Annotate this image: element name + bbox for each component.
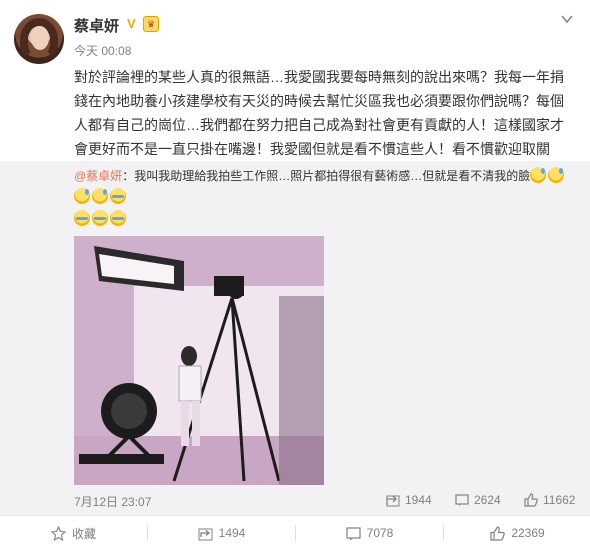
comment-icon (455, 494, 469, 506)
forward-button[interactable]: 1494 (148, 516, 295, 549)
comment-button[interactable]: 7078 (296, 516, 443, 549)
studio-photo-image (74, 236, 324, 485)
laugh-cry-emoji-icon (110, 210, 126, 226)
sweat-emoji-icon (74, 188, 90, 204)
repost-photo[interactable] (74, 236, 324, 485)
post-time[interactable]: 今天 00:08 (74, 42, 131, 59)
chevron-down-icon[interactable] (560, 12, 574, 26)
repost-like-count[interactable]: 11662 (524, 493, 575, 507)
emoji-row (74, 210, 128, 228)
favorite-button[interactable]: 收藏 (0, 516, 147, 549)
laugh-cry-emoji-icon (74, 210, 90, 226)
sweat-emoji-icon (548, 167, 565, 183)
repost-text: @蔡卓妍：我叫我助理給我拍些工作照…照片都拍得很有藝術感…但就是看不清我的臉 (74, 166, 574, 208)
comment-icon (346, 526, 361, 540)
thumbs-up-icon (524, 493, 538, 507)
repost-comment-count[interactable]: 2624 (455, 493, 501, 507)
username[interactable]: 蔡卓妍 (74, 15, 119, 36)
verified-badge-icon: V (127, 16, 136, 31)
repost-author-link[interactable]: @蔡卓妍 (74, 169, 122, 183)
repost-forward-count[interactable]: 1944 (386, 493, 432, 507)
repost-date[interactable]: 7月12日 23:07 (74, 493, 151, 510)
laugh-cry-emoji-icon (110, 188, 126, 204)
avatar[interactable] (14, 14, 64, 64)
sweat-emoji-icon (92, 188, 108, 204)
member-badge-icon: ♛ (143, 16, 159, 32)
repost-body: 我叫我助理給我拍些工作照…照片都拍得很有藝術感…但就是看不清我的臉 (134, 169, 531, 183)
forward-icon (386, 495, 400, 507)
like-button[interactable]: 22369 (444, 516, 590, 549)
forward-icon (198, 528, 213, 540)
post-content: 對於評論裡的某些人真的很無語…我愛國我要每時無刻的說出來嗎？我每一年捐錢在內地助… (74, 69, 564, 157)
weibo-post-card: 蔡卓妍 V ♛ 今天 00:08 對於評論裡的某些人真的很無語…我愛國我要每時無… (0, 0, 590, 549)
thumbs-up-icon (490, 525, 506, 541)
sweat-emoji-icon (530, 167, 547, 183)
star-icon (50, 525, 66, 541)
laugh-cry-emoji-icon (92, 210, 108, 226)
action-bar: 收藏 1494 7078 22369 (0, 515, 590, 549)
